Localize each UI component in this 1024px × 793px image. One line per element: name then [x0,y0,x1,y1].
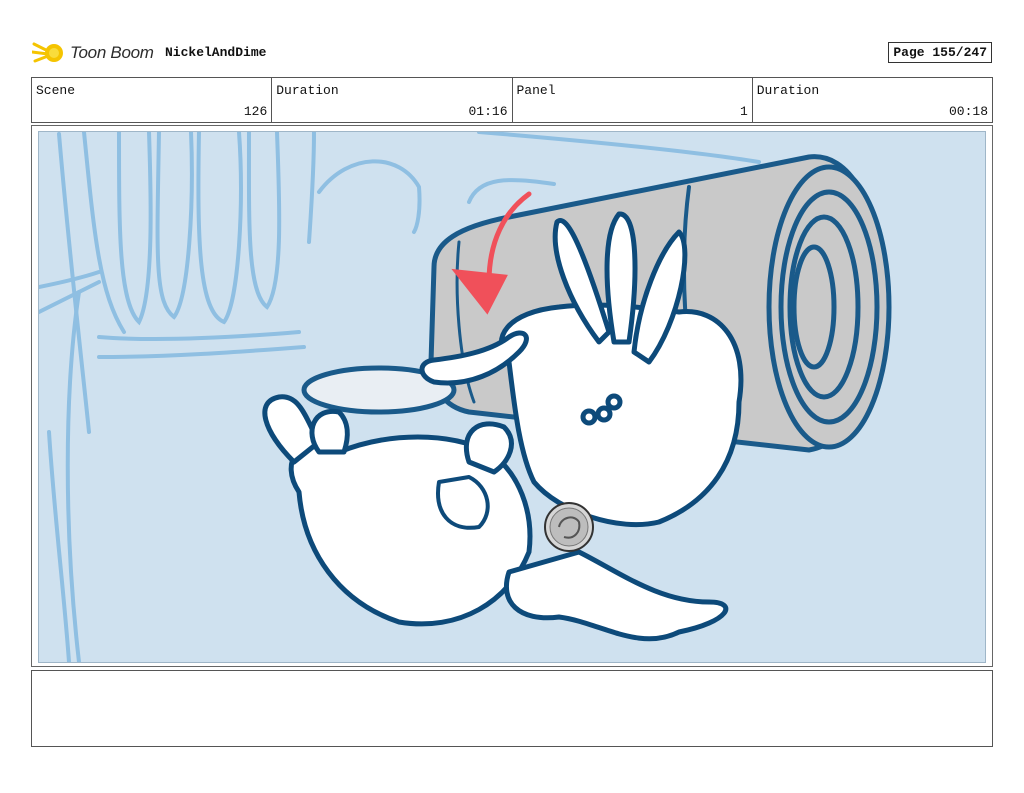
page-number: Page 155/247 [888,42,992,63]
dime-coin-icon [544,502,594,552]
logo-text: Toon Boom [70,43,154,62]
panel-value: 1 [739,104,748,119]
scene-duration-label: Duration [276,83,339,98]
scene-cell: Scene 126 [32,78,271,122]
project-title: NickelAndDime [165,45,267,60]
scene-duration-value: 01:16 [468,104,508,119]
panel-frame [31,125,993,667]
panel-label: Panel [516,83,556,98]
panel-image [38,131,986,663]
panel-duration-value: 00:18 [948,104,988,119]
notes-area [31,670,993,747]
storyboard-sketch [39,132,892,662]
toon-boom-logo-icon [32,42,63,63]
scene-duration-cell: Duration 01:16 [271,78,511,122]
panel-duration-label: Duration [756,83,820,98]
scene-value: 126 [243,104,268,119]
info-bar: Scene 126 Duration 01:16 Panel 1 Duratio… [31,77,993,123]
storyboard-header: Toon Boom NickelAndDime Page 155/247 [32,36,992,70]
scene-label: Scene [36,83,76,98]
panel-duration-cell: Duration 00:18 [751,78,992,122]
toon-boom-logo: Toon Boom [32,38,154,68]
panel-cell: Panel 1 [511,78,752,122]
